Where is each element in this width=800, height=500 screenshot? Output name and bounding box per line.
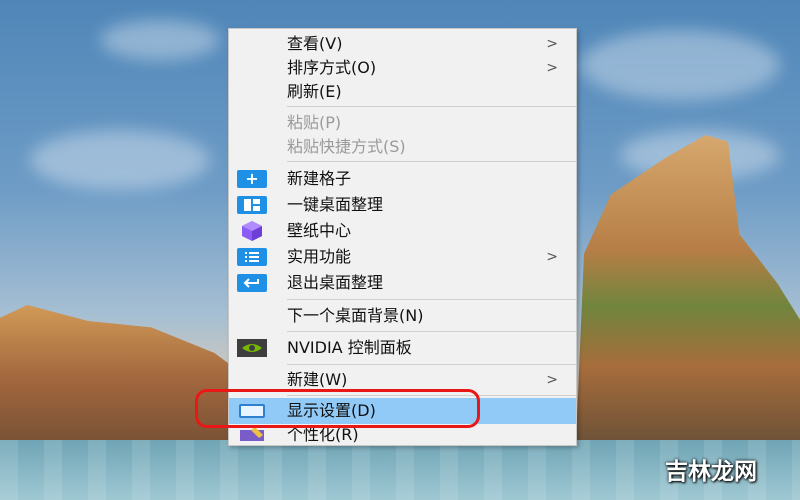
cloud bbox=[580, 30, 780, 100]
menu-item-sort-by[interactable]: 排序方式(O) > bbox=[229, 55, 576, 81]
menu-item-refresh[interactable]: 刷新(E) bbox=[229, 79, 576, 105]
menu-item-paste: 粘贴(P) bbox=[229, 110, 576, 136]
list-icon bbox=[237, 248, 267, 266]
cube-icon bbox=[237, 221, 267, 241]
menu-item-exit-organize[interactable]: 退出桌面整理 bbox=[229, 270, 576, 296]
menu-item-paste-shortcut: 粘贴快捷方式(S) bbox=[229, 134, 576, 160]
menu-separator bbox=[287, 364, 576, 365]
cloud bbox=[30, 130, 210, 190]
chevron-right-icon: > bbox=[546, 60, 558, 76]
menu-item-label: 新建格子 bbox=[287, 169, 352, 188]
menu-separator bbox=[287, 161, 576, 162]
cloud bbox=[100, 20, 220, 60]
menu-item-nvidia-control-panel[interactable]: NVIDIA 控制面板 bbox=[229, 335, 576, 361]
red-highlight-outline bbox=[195, 389, 480, 428]
menu-item-label: 壁纸中心 bbox=[287, 221, 352, 240]
desktop-context-menu: 查看(V) > 排序方式(O) > 刷新(E) 粘贴(P) 粘贴快捷方式(S) … bbox=[228, 28, 577, 446]
chevron-right-icon: > bbox=[546, 372, 558, 388]
menu-item-label: NVIDIA 控制面板 bbox=[287, 338, 412, 357]
watermark-logo: 吉林龙网 bbox=[665, 459, 757, 485]
menu-item-label: 粘贴快捷方式(S) bbox=[287, 137, 406, 156]
menu-item-label: 新建(W) bbox=[287, 370, 348, 389]
menu-separator bbox=[287, 331, 576, 332]
menu-item-view[interactable]: 查看(V) > bbox=[229, 31, 576, 57]
chevron-right-icon: > bbox=[546, 249, 558, 265]
nvidia-icon bbox=[237, 339, 267, 357]
menu-item-label: 查看(V) bbox=[287, 34, 343, 53]
menu-item-new-grid[interactable]: + 新建格子 bbox=[229, 166, 576, 192]
menu-item-label: 一键桌面整理 bbox=[287, 195, 384, 214]
exit-icon bbox=[237, 274, 267, 292]
menu-item-next-background[interactable]: 下一个桌面背景(N) bbox=[229, 303, 576, 329]
menu-item-label: 退出桌面整理 bbox=[287, 273, 384, 292]
menu-item-label: 粘贴(P) bbox=[287, 113, 342, 132]
menu-item-label: 实用功能 bbox=[287, 247, 352, 266]
menu-item-wallpaper-center[interactable]: 壁纸中心 bbox=[229, 218, 576, 244]
menu-item-utilities[interactable]: 实用功能 > bbox=[229, 244, 576, 270]
personalize-icon bbox=[237, 426, 267, 444]
menu-item-label: 下一个桌面背景(N) bbox=[287, 306, 424, 325]
chevron-right-icon: > bbox=[546, 36, 558, 52]
menu-separator bbox=[287, 106, 576, 107]
layout-icon bbox=[237, 196, 267, 214]
plus-icon: + bbox=[237, 170, 267, 188]
menu-item-label: 排序方式(O) bbox=[287, 58, 377, 77]
right-rock bbox=[575, 135, 800, 465]
menu-separator bbox=[287, 299, 576, 300]
menu-item-label: 刷新(E) bbox=[287, 82, 342, 101]
menu-item-one-click-organize[interactable]: 一键桌面整理 bbox=[229, 192, 576, 218]
